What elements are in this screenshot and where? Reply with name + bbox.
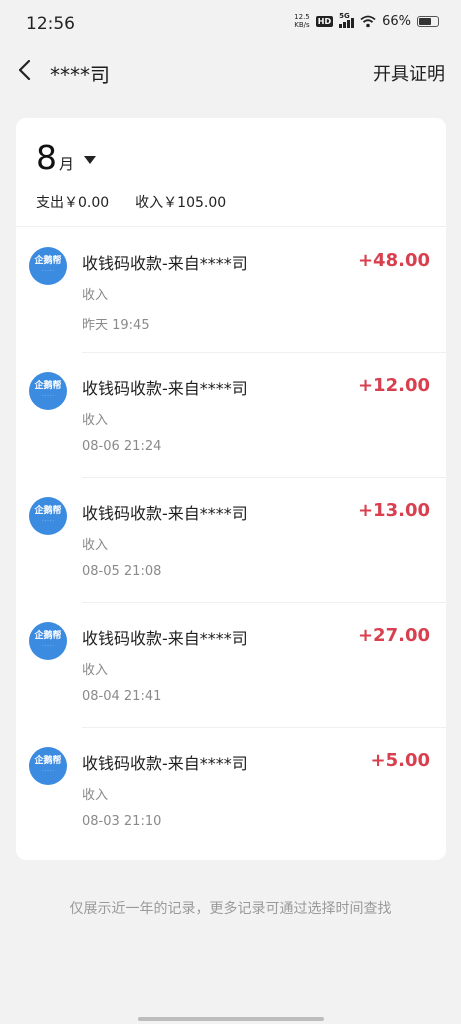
transaction-name: 收钱码收款-来自****司: [82, 254, 248, 273]
status-icons: 12.5 KB/s HD 5G 66%: [294, 12, 439, 29]
network-speed: 12.5 KB/s: [294, 13, 310, 29]
caret-down-icon: [84, 156, 97, 164]
page-title: ****司: [50, 63, 110, 87]
back-arrow-icon[interactable]: [14, 58, 38, 82]
month-summary: 支出￥0.00 收入￥105.00: [36, 192, 226, 212]
battery-icon: [417, 15, 439, 27]
issue-certificate-button[interactable]: 开具证明: [373, 60, 445, 86]
transaction-time: 昨天 19:45: [82, 318, 150, 333]
transaction-row[interactable]: 企鹅帮 · · · · · 收钱码收款-来自****司 收入 昨天 19:45 +…: [16, 228, 446, 353]
transaction-row[interactable]: 企鹅帮 · · · · · 收钱码收款-来自****司 收入 08-03 21:1…: [16, 728, 446, 853]
transaction-row[interactable]: 企鹅帮 · · · · · 收钱码收款-来自****司 收入 08-05 21:0…: [16, 478, 446, 603]
transaction-amount: +12.00: [357, 375, 430, 396]
battery-percent: 66%: [382, 13, 411, 29]
transaction-name: 收钱码收款-来自****司: [82, 379, 248, 398]
transaction-type: 收入: [82, 538, 109, 553]
footer-note: 仅展示近一年的记录，更多记录可通过选择时间查找: [69, 901, 392, 917]
transaction-row[interactable]: 企鹅帮 · · · · · 收钱码收款-来自****司 收入 08-06 21:2…: [16, 353, 446, 478]
transaction-name: 收钱码收款-来自****司: [82, 754, 248, 773]
merchant-logo-icon: 企鹅帮 · · · · ·: [29, 747, 67, 785]
status-bar: 12:56 12.5 KB/s HD 5G 66%: [0, 0, 461, 48]
transaction-type: 收入: [82, 288, 109, 303]
hd-icon: HD: [315, 15, 334, 27]
transaction-amount: +48.00: [357, 250, 430, 271]
merchant-logo-icon: 企鹅帮 · · · · ·: [29, 372, 67, 410]
transaction-type: 收入: [82, 788, 109, 803]
transaction-row[interactable]: 企鹅帮 · · · · · 收钱码收款-来自****司 收入 08-04 21:4…: [16, 603, 446, 728]
income-total: 收入￥105.00: [135, 195, 227, 211]
month-unit: 月: [59, 155, 75, 173]
status-time: 12:56: [26, 14, 75, 34]
merchant-logo-icon: 企鹅帮 · · · · ·: [29, 622, 67, 660]
signal-icon: 5G: [339, 12, 355, 28]
transaction-amount: +13.00: [357, 500, 430, 521]
transaction-amount: +27.00: [357, 625, 430, 646]
wifi-icon: [360, 15, 376, 27]
transaction-list: 企鹅帮 · · · · · 收钱码收款-来自****司 收入 昨天 19:45 +…: [16, 228, 446, 853]
merchant-logo-icon: 企鹅帮 · · · · ·: [29, 247, 67, 285]
month-selector[interactable]: 8 月: [36, 138, 97, 177]
transaction-type: 收入: [82, 663, 109, 678]
expense-total: 支出￥0.00: [36, 195, 110, 211]
transaction-amount: +5.00: [370, 750, 431, 771]
merchant-logo-icon: 企鹅帮 · · · · ·: [29, 497, 67, 535]
transaction-time: 08-05 21:08: [82, 564, 162, 579]
transaction-name: 收钱码收款-来自****司: [82, 504, 248, 523]
divider: [16, 226, 446, 227]
top-bar: ****司 开具证明: [0, 48, 461, 98]
transaction-time: 08-03 21:10: [82, 814, 162, 829]
transaction-name: 收钱码收款-来自****司: [82, 629, 248, 648]
transaction-time: 08-04 21:41: [82, 689, 162, 704]
transactions-card: 8 月 支出￥0.00 收入￥105.00 企鹅帮 · · · · · 收钱码收款…: [16, 118, 446, 860]
transaction-type: 收入: [82, 413, 109, 428]
month-number: 8: [36, 138, 57, 177]
home-indicator[interactable]: [138, 1017, 324, 1021]
transaction-time: 08-06 21:24: [82, 439, 162, 454]
